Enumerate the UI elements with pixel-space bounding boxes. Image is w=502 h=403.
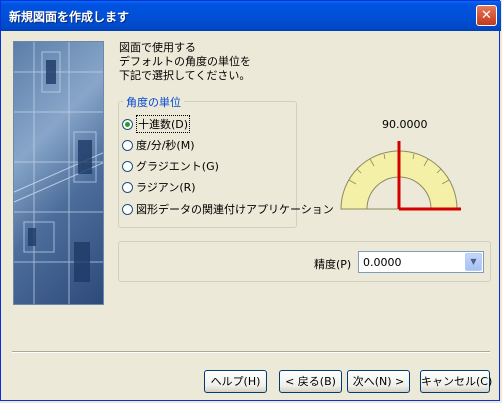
radio-button[interactable] [122,160,133,172]
protractor-preview [340,141,461,211]
next-button[interactable]: 次へ(N) > [347,370,410,393]
radio-associated-app[interactable]: 図形データの関連付けアプリケーション [122,201,334,217]
button-separator [12,351,490,353]
radio-button[interactable] [122,139,133,151]
radio-button[interactable] [122,181,133,193]
chevron-down-icon: ▼ [470,257,477,266]
radio-label: 十進数(D) [136,115,191,133]
cancel-button[interactable]: キャンセル(C) [420,370,492,393]
radio-deg-min-sec[interactable]: 度/分/秒(M) [122,137,195,153]
dialog-window: 新規図面を作成します ✕ 図面で使用する デフォルトの角度の単位を 下記で選択し… [0,0,501,401]
back-button[interactable]: < 戻る(B) [279,370,342,393]
radio-label: ラジアン(R) [136,181,196,194]
radio-label: グラジエント(G) [136,160,219,173]
wizard-side-image [13,41,104,305]
close-button[interactable]: ✕ [476,5,497,26]
radio-decimal[interactable]: 十進数(D) [122,115,191,133]
radio-radian[interactable]: ラジアン(R) [122,179,196,195]
radio-button[interactable] [122,203,133,215]
title-bar[interactable]: 新規図面を作成します ✕ [1,1,501,31]
help-button[interactable]: ヘルプ(H) [204,370,267,393]
angle-units-group-label: 角度の単位 [123,94,184,110]
radio-label: 図形データの関連付けアプリケーション [136,203,334,216]
precision-dropdown[interactable]: 0.0000 ▼ [358,251,484,273]
radio-label: 度/分/秒(M) [136,139,195,152]
dropdown-arrow-button[interactable]: ▼ [465,253,482,271]
window-title: 新規図面を作成します [9,10,130,24]
angle-preview-value: 90.0000 [382,118,428,131]
precision-value: 0.0000 [363,256,402,269]
radio-gradient[interactable]: グラジエント(G) [122,158,219,174]
precision-label: 精度(P) [314,258,352,271]
radio-button[interactable] [122,118,133,130]
close-icon: ✕ [481,8,492,23]
instruction-text: 図面で使用する デフォルトの角度の単位を 下記で選択してください。 [119,41,251,82]
